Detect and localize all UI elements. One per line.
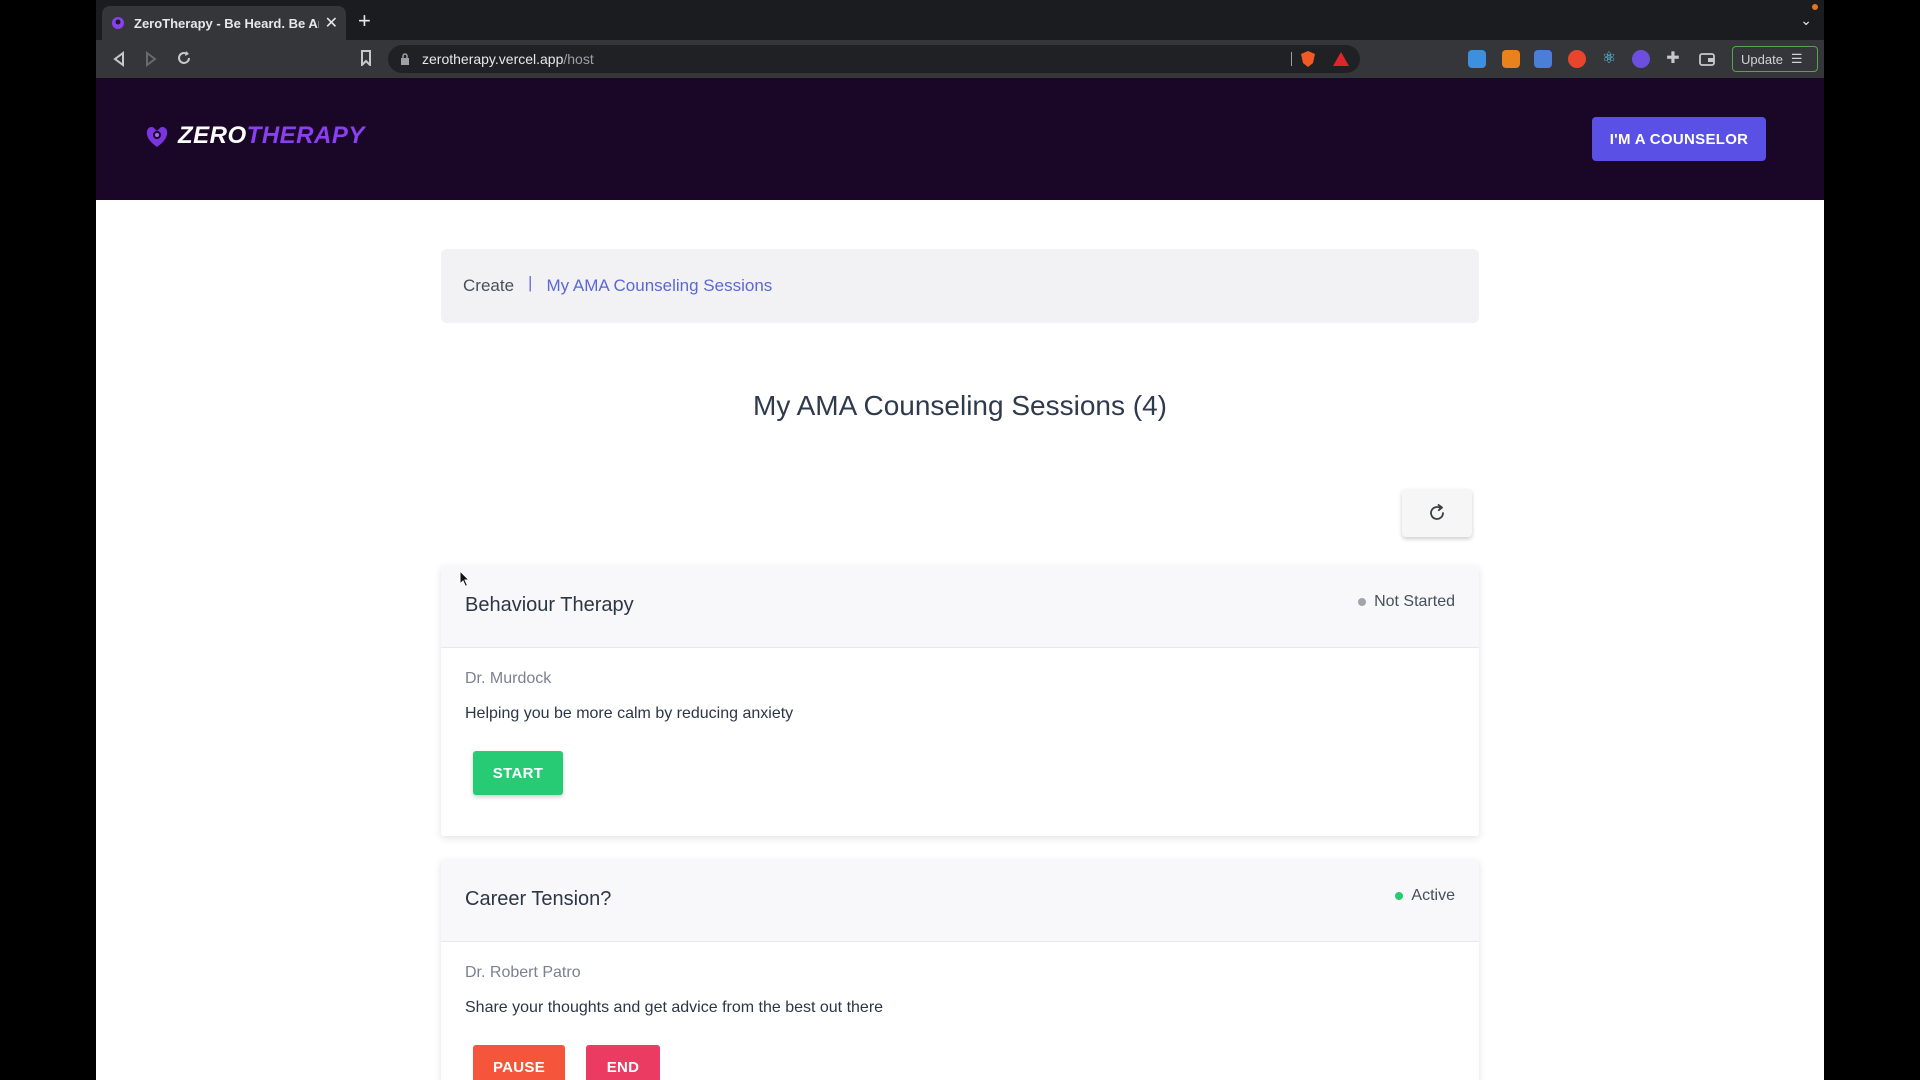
logo-text-therapy: THERAPY: [246, 122, 365, 149]
tab-bar: ZeroTherapy - Be Heard. Be An ✕ + ⌄: [96, 0, 1824, 40]
session-card: Behaviour Therapy Not Started Dr. Murdoc…: [441, 566, 1479, 836]
end-button[interactable]: END: [586, 1045, 660, 1080]
logo-text-zero: ZERO: [178, 122, 247, 149]
session-actions: START: [473, 751, 1455, 795]
new-tab-icon[interactable]: +: [358, 8, 371, 34]
session-actions: PAUSE END: [473, 1045, 1455, 1080]
breadcrumb: Create | My AMA Counseling Sessions: [441, 249, 1479, 323]
session-doctor: Dr. Robert Patro: [465, 964, 581, 981]
wallet-icon[interactable]: [1698, 50, 1716, 68]
status-dot-icon: [1395, 892, 1404, 900]
status-dot-icon: [1358, 598, 1367, 606]
status-badge: Not Started: [1358, 593, 1455, 611]
breadcrumb-current[interactable]: My AMA Counseling Sessions: [546, 276, 772, 296]
session-title: Behaviour Therapy: [465, 594, 634, 616]
breadcrumb-create[interactable]: Create: [463, 276, 514, 296]
session-card-header: Career Tension? Active: [441, 860, 1479, 942]
extension-4-icon[interactable]: [1568, 50, 1586, 68]
reload-icon[interactable]: [176, 50, 192, 66]
session-card-body: Dr. Murdock Helping you be more calm by …: [441, 648, 1479, 815]
session-title: Career Tension?: [465, 888, 612, 910]
lock-icon: [401, 53, 409, 65]
logo[interactable]: ZERO THERAPY: [144, 122, 365, 150]
react-devtools-icon[interactable]: ⚛: [1600, 50, 1618, 68]
zerotherapy-logo-icon: [146, 127, 168, 147]
browser-tab[interactable]: ZeroTherapy - Be Heard. Be An ✕: [102, 6, 346, 40]
puzzle-extensions-icon[interactable]: ✚: [1664, 50, 1682, 68]
session-card-header: Behaviour Therapy Not Started: [441, 566, 1479, 648]
url-bar[interactable]: zerotherapy.vercel.app/host: [388, 45, 1360, 73]
session-card: Career Tension? Active Dr. Robert Patro …: [441, 860, 1479, 1080]
brave-shield-icon[interactable]: [1300, 50, 1316, 68]
status-text: Active: [1411, 887, 1455, 904]
counselor-button[interactable]: I'M A COUNSELOR: [1592, 117, 1766, 161]
brave-rewards-icon[interactable]: [1332, 51, 1350, 67]
recording-indicator-icon: [1812, 4, 1818, 10]
metamask-icon[interactable]: [1502, 50, 1520, 68]
bookmark-icon[interactable]: [360, 50, 372, 66]
mouse-cursor-icon: [459, 570, 471, 588]
address-toolbar: zerotherapy.vercel.app/host ⚛ ✚ Update ☰: [96, 40, 1824, 78]
session-doctor: Dr. Murdock: [465, 670, 552, 687]
url-path: /host: [563, 51, 594, 67]
close-tab-icon[interactable]: ✕: [325, 13, 338, 33]
browser-window: ZeroTherapy - Be Heard. Be An ✕ + ⌄ zero…: [96, 0, 1824, 1080]
refresh-icon: [1430, 504, 1444, 520]
menu-icon: ☰: [1790, 51, 1803, 66]
extension-6-icon[interactable]: [1632, 50, 1650, 68]
breadcrumb-separator: |: [528, 273, 533, 292]
session-description: Share your thoughts and get advice from …: [465, 999, 884, 1016]
page-title: My AMA Counseling Sessions (4): [753, 390, 1167, 421]
pause-button[interactable]: PAUSE: [473, 1045, 565, 1080]
update-button[interactable]: Update ☰: [1732, 46, 1818, 72]
favicon-icon: [112, 17, 124, 29]
session-description: Helping you be more calm by reducing anx…: [465, 705, 794, 722]
site-header: ZERO THERAPY I'M A COUNSELOR: [96, 78, 1824, 200]
start-button[interactable]: START: [473, 751, 563, 795]
update-label: Update: [1741, 51, 1783, 67]
url-host: zerotherapy.vercel.app: [422, 51, 564, 67]
status-text: Not Started: [1374, 593, 1455, 610]
forward-icon[interactable]: [144, 51, 158, 67]
tab-title: ZeroTherapy - Be Heard. Be An: [134, 15, 319, 31]
refresh-button[interactable]: [1402, 489, 1472, 537]
divider: [1291, 52, 1292, 66]
extension-1-icon[interactable]: [1468, 50, 1486, 68]
back-icon[interactable]: [112, 51, 126, 67]
translate-icon[interactable]: [1534, 50, 1552, 68]
session-card-body: Dr. Robert Patro Share your thoughts and…: [441, 942, 1479, 1080]
status-badge: Active: [1395, 887, 1455, 905]
tab-search-chevron-icon[interactable]: ⌄: [1800, 12, 1812, 29]
